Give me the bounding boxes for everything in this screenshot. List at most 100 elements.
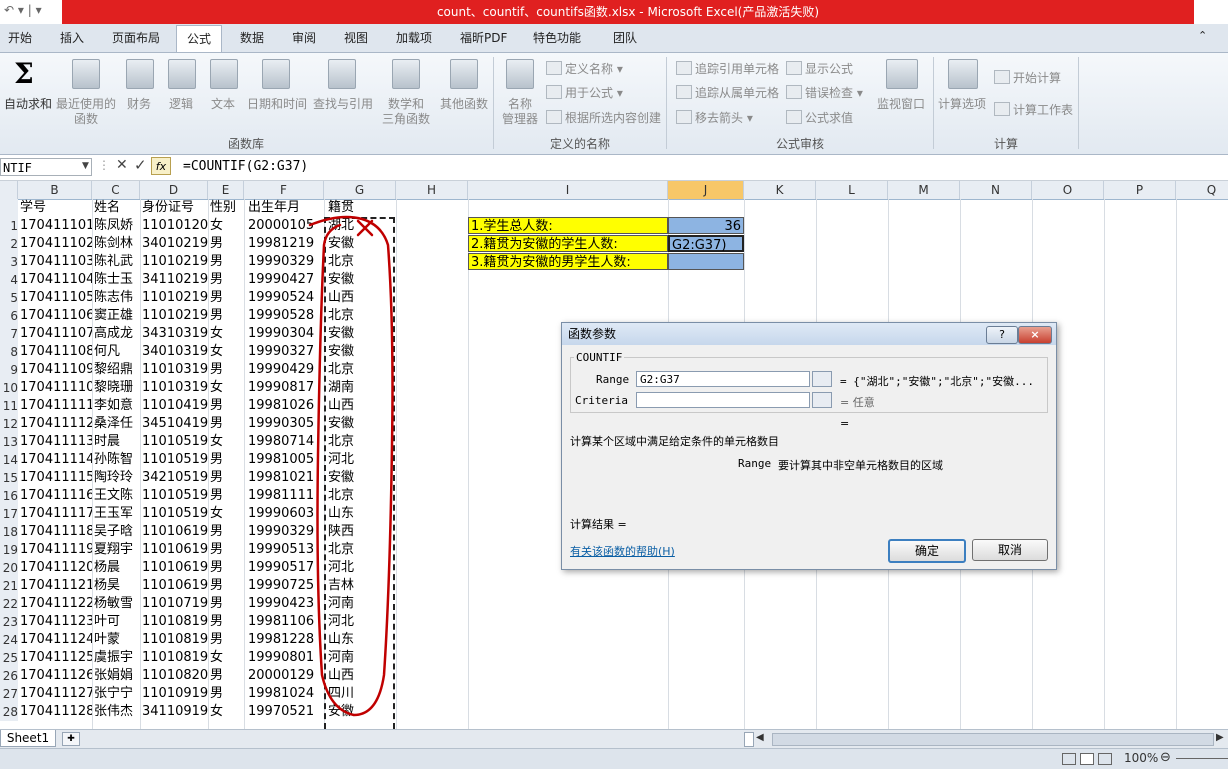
id-card-cell[interactable]: 34510419 bbox=[142, 415, 208, 433]
text-func-icon[interactable] bbox=[210, 59, 238, 89]
student-id-cell[interactable]: 170411108 bbox=[20, 343, 92, 361]
name-cell[interactable]: 黎晓珊 bbox=[94, 379, 140, 397]
id-card-cell[interactable]: 11010219 bbox=[142, 289, 208, 307]
criteria-input[interactable] bbox=[636, 392, 810, 408]
text-func-button[interactable]: 文本 bbox=[204, 95, 242, 112]
name-cell[interactable]: 张娟娟 bbox=[94, 667, 140, 685]
tab-addins[interactable]: 加载项 bbox=[396, 29, 432, 46]
name-cell[interactable]: 李如意 bbox=[94, 397, 140, 415]
name-cell[interactable]: 桑泽任 bbox=[94, 415, 140, 433]
row-number[interactable]: 5 bbox=[0, 289, 18, 307]
row-number[interactable]: 16 bbox=[0, 487, 18, 505]
column-header[interactable]: N bbox=[960, 181, 1032, 199]
id-card-cell[interactable]: 11010519 bbox=[142, 487, 208, 505]
student-id-cell[interactable]: 170411116 bbox=[20, 487, 92, 505]
tab-home[interactable]: 开始 bbox=[8, 29, 32, 46]
tab-view[interactable]: 视图 bbox=[344, 29, 368, 46]
other-functions-button[interactable]: 其他函数 bbox=[436, 95, 492, 112]
student-id-cell[interactable]: 170411124 bbox=[20, 631, 92, 649]
id-card-cell[interactable]: 11010619 bbox=[142, 541, 208, 559]
name-cell[interactable]: 陶玲玲 bbox=[94, 469, 140, 487]
row-number[interactable]: 20 bbox=[0, 559, 18, 577]
id-card-cell[interactable]: 11010219 bbox=[142, 253, 208, 271]
column-header[interactable]: P bbox=[1104, 181, 1176, 199]
gender-cell[interactable]: 男 bbox=[210, 271, 244, 289]
zoom-slider[interactable] bbox=[1176, 758, 1228, 759]
trace-dependents-button[interactable]: 追踪从属单元格 bbox=[676, 84, 779, 101]
sigma-icon[interactable]: Σ bbox=[14, 57, 34, 90]
student-id-cell[interactable]: 170411109 bbox=[20, 361, 92, 379]
use-in-formula-button[interactable]: 用于公式 ▾ bbox=[546, 84, 623, 101]
id-card-cell[interactable]: 34010319 bbox=[142, 343, 208, 361]
id-card-cell[interactable]: 11010819 bbox=[142, 631, 208, 649]
zoom-level[interactable]: 100% bbox=[1124, 751, 1158, 765]
name-cell[interactable]: 叶蒙 bbox=[94, 631, 140, 649]
cancel-icon[interactable]: ✕ bbox=[116, 157, 128, 173]
student-id-cell[interactable]: 170411127 bbox=[20, 685, 92, 703]
student-id-cell[interactable]: 170411110 bbox=[20, 379, 92, 397]
column-header[interactable]: D bbox=[140, 181, 208, 199]
id-card-cell[interactable]: 11010819 bbox=[142, 613, 208, 631]
watch-window-icon[interactable] bbox=[886, 59, 918, 89]
column-header[interactable]: B bbox=[18, 181, 92, 199]
gender-cell[interactable]: 男 bbox=[210, 613, 244, 631]
row-number[interactable]: 26 bbox=[0, 667, 18, 685]
math-icon[interactable] bbox=[392, 59, 420, 89]
summary-value[interactable] bbox=[668, 253, 744, 270]
row-number[interactable]: 7 bbox=[0, 325, 18, 343]
row-number[interactable]: 28 bbox=[0, 703, 18, 721]
column-header[interactable]: C bbox=[92, 181, 140, 199]
name-cell[interactable]: 时晨 bbox=[94, 433, 140, 451]
range-collapse-icon[interactable] bbox=[812, 371, 832, 387]
name-cell[interactable]: 杨昊 bbox=[94, 577, 140, 595]
gender-cell[interactable]: 男 bbox=[210, 559, 244, 577]
gender-cell[interactable]: 男 bbox=[210, 469, 244, 487]
name-box-dropdown-icon[interactable]: ▼ bbox=[82, 161, 89, 171]
name-cell[interactable]: 窦正雄 bbox=[94, 307, 140, 325]
id-card-cell[interactable]: 11010619 bbox=[142, 577, 208, 595]
name-cell[interactable]: 张宁宁 bbox=[94, 685, 140, 703]
quick-access-toolbar[interactable]: ↶ ▾ | ▾ bbox=[4, 3, 42, 17]
gender-cell[interactable]: 男 bbox=[210, 487, 244, 505]
name-manager-icon[interactable] bbox=[506, 59, 534, 89]
name-cell[interactable]: 杨晨 bbox=[94, 559, 140, 577]
gender-cell[interactable]: 女 bbox=[210, 703, 244, 721]
column-header[interactable]: I bbox=[468, 181, 668, 199]
scroll-right-icon[interactable]: ▶ bbox=[1216, 732, 1224, 743]
student-id-cell[interactable]: 170411106 bbox=[20, 307, 92, 325]
math-label-2[interactable]: 三角函数 bbox=[376, 110, 436, 127]
gender-cell[interactable]: 女 bbox=[210, 505, 244, 523]
id-card-cell[interactable]: 11010519 bbox=[142, 505, 208, 523]
function-help-link[interactable]: 有关该函数的帮助(H) bbox=[570, 543, 675, 559]
finance-icon[interactable] bbox=[126, 59, 154, 89]
gender-cell[interactable]: 男 bbox=[210, 451, 244, 469]
name-cell[interactable]: 夏翔宇 bbox=[94, 541, 140, 559]
id-card-cell[interactable]: 11010619 bbox=[142, 523, 208, 541]
row-number[interactable]: 11 bbox=[0, 397, 18, 415]
gender-cell[interactable]: 男 bbox=[210, 595, 244, 613]
horizontal-scrollbar[interactable] bbox=[772, 733, 1214, 746]
id-card-cell[interactable]: 34210519 bbox=[142, 469, 208, 487]
student-id-cell[interactable]: 170411118 bbox=[20, 523, 92, 541]
recent-functions-icon[interactable] bbox=[72, 59, 100, 89]
tab-split-handle[interactable] bbox=[744, 732, 754, 747]
gender-cell[interactable]: 男 bbox=[210, 631, 244, 649]
student-id-cell[interactable]: 170411102 bbox=[20, 235, 92, 253]
create-from-selection-button[interactable]: 根据所选内容创建 bbox=[546, 109, 661, 126]
range-input[interactable]: G2:G37 bbox=[636, 371, 810, 387]
name-cell[interactable]: 吴子晗 bbox=[94, 523, 140, 541]
row-number[interactable]: 17 bbox=[0, 505, 18, 523]
row-number[interactable]: 13 bbox=[0, 433, 18, 451]
summary-value-editing[interactable]: G2:G37) bbox=[668, 235, 744, 253]
calc-sheet-button[interactable]: 计算工作表 bbox=[994, 101, 1073, 118]
student-id-cell[interactable]: 170411115 bbox=[20, 469, 92, 487]
name-cell[interactable]: 王文陈 bbox=[94, 487, 140, 505]
name-cell[interactable]: 陈士玉 bbox=[94, 271, 140, 289]
row-number[interactable]: 21 bbox=[0, 577, 18, 595]
column-header[interactable]: F bbox=[244, 181, 324, 199]
gender-cell[interactable]: 女 bbox=[210, 325, 244, 343]
error-checking-button[interactable]: 错误检查 ▾ bbox=[786, 84, 863, 101]
column-header[interactable]: H bbox=[396, 181, 468, 199]
row-number[interactable]: 14 bbox=[0, 451, 18, 469]
ok-button[interactable]: 确定 bbox=[888, 539, 966, 563]
